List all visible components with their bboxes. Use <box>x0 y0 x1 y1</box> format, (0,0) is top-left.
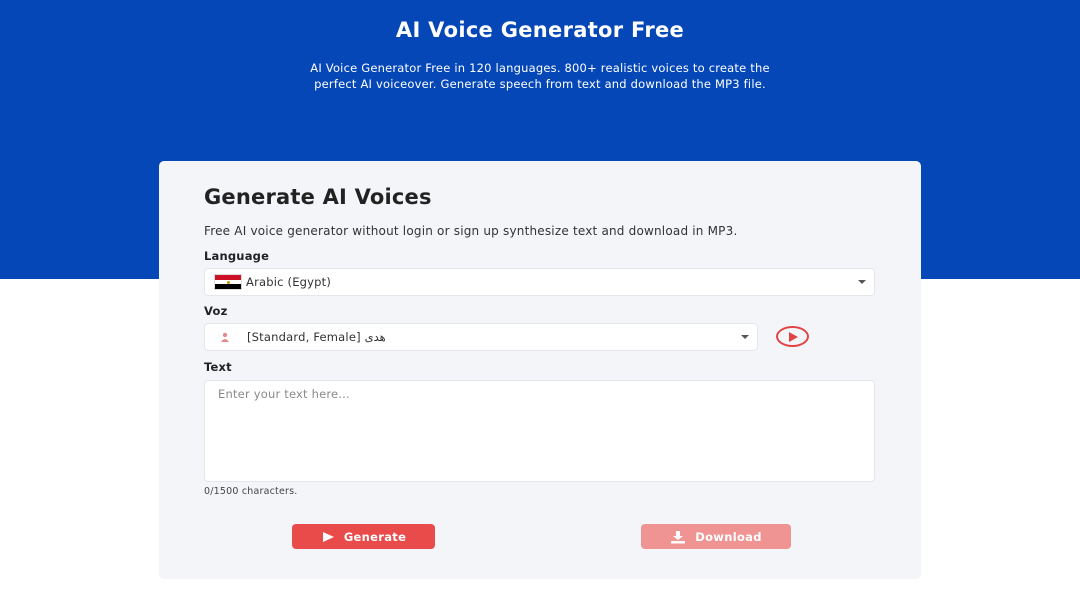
card-title: Generate AI Voices <box>204 185 432 209</box>
chevron-down-icon <box>858 280 866 284</box>
play-icon <box>321 531 335 543</box>
egypt-flag-icon <box>214 274 242 290</box>
text-input[interactable] <box>204 380 875 482</box>
download-icon <box>670 530 686 544</box>
voice-select[interactable]: [Standard, Female] هدى <box>204 323 758 351</box>
preview-voice-button[interactable] <box>776 326 809 347</box>
voice-label: Voz <box>204 304 228 318</box>
character-counter: 0/1500 characters. <box>204 486 298 497</box>
language-select[interactable]: Arabic (Egypt) <box>204 268 875 296</box>
hero-subtitle-line-2: perfect AI voiceover. Generate speech fr… <box>314 77 766 91</box>
download-button[interactable]: Download <box>641 524 791 549</box>
text-label: Text <box>204 360 232 374</box>
female-voice-icon <box>216 329 234 345</box>
page-title: AI Voice Generator Free <box>395 18 685 42</box>
voice-selected-value: [Standard, Female] هدى <box>247 330 386 344</box>
download-button-label: Download <box>695 529 762 544</box>
generator-card: Generate AI Voices Free AI voice generat… <box>159 161 921 579</box>
card-description: Free AI voice generator without login or… <box>204 224 738 238</box>
chevron-down-icon <box>741 335 749 339</box>
hero-subtitle: AI Voice Generator Free in 120 languages… <box>230 60 850 92</box>
hero-subtitle-line-1: AI Voice Generator Free in 120 languages… <box>310 61 770 75</box>
generate-button-label: Generate <box>343 529 407 544</box>
generate-button[interactable]: Generate <box>292 524 435 549</box>
language-label: Language <box>204 249 270 263</box>
play-circle-icon <box>789 331 798 342</box>
language-selected-value: Arabic (Egypt) <box>246 275 332 289</box>
